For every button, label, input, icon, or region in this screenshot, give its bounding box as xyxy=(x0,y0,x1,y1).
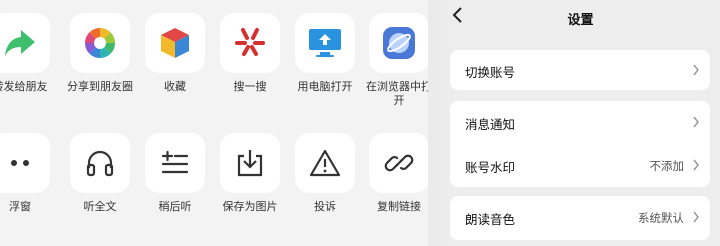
row-switch-account[interactable]: 切换账号 xyxy=(450,50,710,90)
link-icon-box xyxy=(369,133,428,193)
headphones-icon xyxy=(86,150,114,177)
share-listen-later[interactable]: 稍后听 xyxy=(137,133,213,214)
chevron-right-icon xyxy=(693,159,699,171)
warning-icon xyxy=(309,149,341,177)
settings-panel: 设置 切换账号 消息通知 账号水印 不添加 朗读音色 系统默认 xyxy=(441,0,720,246)
share-computer-label: 用电脑打开 xyxy=(297,80,353,93)
save-image-icon xyxy=(237,150,263,177)
row-notifications[interactable]: 消息通知 xyxy=(450,102,710,142)
chevron-right-icon xyxy=(693,116,699,128)
share-listen-full-label: 听全文 xyxy=(83,200,117,213)
chevron-right-icon xyxy=(693,64,699,76)
share-copy-link[interactable]: 复制链接 xyxy=(361,133,428,214)
row-watermark[interactable]: 账号水印 不添加 xyxy=(450,145,710,185)
share-complain-label: 投诉 xyxy=(314,200,336,213)
moments-icon xyxy=(85,28,115,58)
share-forward-label: 转发给朋友 xyxy=(0,80,48,93)
moments-icon-box xyxy=(70,13,130,73)
share-grid: 转发给朋友 分享到朋友圈 xyxy=(0,0,428,246)
warning-icon-box xyxy=(295,133,355,193)
share-listen-full[interactable]: 听全文 xyxy=(62,133,138,214)
computer-icon-box xyxy=(295,13,355,73)
save-image-icon-box xyxy=(220,133,280,193)
share-save-image-label: 保存为图片 xyxy=(222,200,278,213)
share-save-as-image[interactable]: 保存为图片 xyxy=(212,133,288,214)
headphones-icon-box xyxy=(70,133,130,193)
share-open-in-browser[interactable]: 在浏览器中打开 xyxy=(361,13,428,108)
share-open-on-computer[interactable]: 用电脑打开 xyxy=(287,13,363,94)
listen-later-icon-box xyxy=(145,133,205,193)
search-icon-box xyxy=(220,13,280,73)
settings-card-voice: 朗读音色 系统默认 xyxy=(450,196,710,240)
share-listen-later-label: 稍后听 xyxy=(158,200,192,213)
page-title: 设置 xyxy=(567,13,594,28)
share-moments-label: 分享到朋友圈 xyxy=(67,80,133,93)
browser-icon xyxy=(383,27,415,59)
browser-icon-box xyxy=(369,13,428,73)
listen-later-icon xyxy=(161,150,189,174)
share-floating-window[interactable]: 浮窗 xyxy=(0,133,58,214)
forward-arrow-icon xyxy=(5,30,35,56)
link-icon xyxy=(384,154,414,172)
floating-window-icon xyxy=(11,160,29,166)
forward-icon-box xyxy=(0,13,50,73)
share-copy-link-label: 复制链接 xyxy=(377,200,421,213)
settings-card-account: 切换账号 xyxy=(450,50,710,90)
share-sheet: 转发给朋友 分享到朋友圈 xyxy=(0,0,428,246)
row-read-voice-value: 系统默认 xyxy=(638,211,684,225)
share-browser-label: 在浏览器中打开 xyxy=(366,80,428,107)
share-favorites[interactable]: 收藏 xyxy=(137,13,213,94)
share-search[interactable]: 搜一搜 xyxy=(212,13,288,94)
favorites-cube-icon xyxy=(161,28,189,58)
row-watermark-label: 账号水印 xyxy=(465,160,516,175)
share-forward-to-friend[interactable]: 转发给朋友 xyxy=(0,13,58,94)
chevron-right-icon xyxy=(693,211,699,223)
row-watermark-value: 不添加 xyxy=(649,159,685,173)
row-notifications-label: 消息通知 xyxy=(465,117,516,132)
share-complain[interactable]: 投诉 xyxy=(287,133,363,214)
share-to-moments[interactable]: 分享到朋友圈 xyxy=(62,13,138,94)
settings-topbar: 设置 xyxy=(441,0,720,36)
floating-icon-box xyxy=(0,133,50,193)
row-read-voice-label: 朗读音色 xyxy=(465,212,516,227)
share-favorites-label: 收藏 xyxy=(164,80,186,93)
row-switch-account-label: 切换账号 xyxy=(465,65,516,80)
share-search-label: 搜一搜 xyxy=(233,80,267,93)
open-on-computer-icon xyxy=(309,29,341,57)
search-sparkle-icon xyxy=(235,28,265,56)
share-floating-label: 浮窗 xyxy=(9,200,31,213)
row-read-voice[interactable]: 朗读音色 系统默认 xyxy=(450,197,710,237)
favorites-icon-box xyxy=(145,13,205,73)
settings-card-notifications: 消息通知 账号水印 不添加 xyxy=(450,101,710,187)
